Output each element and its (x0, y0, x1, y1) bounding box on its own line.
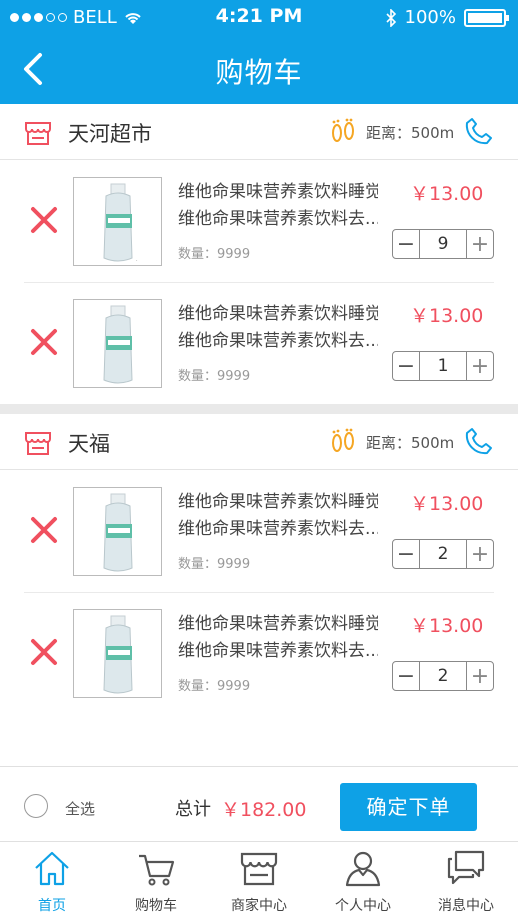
quantity-stepper: − 9 + (392, 229, 494, 259)
nav-bar: 购物车 (0, 34, 518, 104)
product-image[interactable] (73, 609, 162, 698)
store-icon (25, 432, 51, 455)
distance-label: 距离：500m (366, 434, 455, 452)
minus-button[interactable]: − (393, 352, 420, 380)
quantity-stepper: − 1 + (392, 351, 494, 381)
plus-button[interactable]: + (466, 230, 493, 258)
product-price: ￥13.00 (410, 615, 484, 637)
delete-icon[interactable] (30, 328, 58, 356)
divider (24, 592, 494, 593)
tab-home[interactable]: 首页 (0, 842, 104, 920)
product-price: ￥13.00 (410, 305, 484, 327)
select-all-label[interactable]: 全选 (65, 798, 95, 819)
select-all-checkbox[interactable] (24, 794, 48, 818)
tab-label: 购物车 (135, 898, 177, 914)
section-divider (0, 404, 518, 414)
cart-icon (139, 854, 175, 886)
product-price: ￥13.00 (410, 183, 484, 205)
shop-header: 天福 距离：500m (0, 414, 518, 470)
stock-quantity: 数量：9999 (178, 679, 251, 694)
minus-button[interactable]: − (393, 662, 420, 690)
shop-header: 天河超市 距离：500m (0, 104, 518, 160)
cart-item: 维他命果味营养素饮料睡觉 维他命果味营养素饮料去... 数量：9999 ￥13.0… (0, 609, 518, 731)
product-price: ￥13.00 (410, 493, 484, 515)
stock-quantity: 数量：9999 (178, 369, 251, 384)
product-image[interactable] (73, 299, 162, 388)
tab-messages[interactable]: 消息中心 (414, 842, 518, 920)
product-image[interactable]: · (73, 177, 162, 266)
tab-label: 个人中心 (335, 898, 391, 914)
total-value: ￥182.00 (221, 799, 307, 821)
bluetooth-icon (385, 8, 396, 27)
plus-button[interactable]: + (466, 352, 493, 380)
battery-icon (464, 8, 509, 27)
tab-label: 消息中心 (438, 898, 494, 914)
svg-text:·: · (136, 258, 138, 264)
plus-button[interactable]: + (466, 540, 493, 568)
product-name: 维他命果味营养素饮料睡觉 维他命果味营养素饮料去... (178, 492, 378, 539)
delete-icon[interactable] (30, 638, 58, 666)
tab-label: 商家中心 (231, 898, 287, 914)
shop-name: 天福 (68, 432, 110, 456)
product-image[interactable] (73, 487, 162, 576)
battery-label: 100% (404, 7, 456, 28)
quantity-value[interactable]: 2 (420, 662, 466, 690)
divider (24, 282, 494, 283)
product-name: 维他命果味营养素饮料睡觉 维他命果味营养素饮料去... (178, 304, 378, 351)
cart-item: · 维他命果味营养素饮料睡觉 维他命果味营养素饮料去... 数量：9999 ￥13… (0, 177, 518, 299)
page-title: 购物车 (215, 56, 303, 89)
quantity-value[interactable]: 9 (420, 230, 466, 258)
phone-icon[interactable] (464, 116, 494, 146)
stock-quantity: 数量：9999 (178, 557, 251, 572)
shop-name: 天河超市 (68, 122, 152, 146)
quantity-value[interactable]: 2 (420, 540, 466, 568)
product-name: 维他命果味营养素饮料睡觉 维他命果味营养素饮料去... (178, 614, 378, 661)
footprints-icon (332, 428, 354, 452)
delete-icon[interactable] (30, 206, 58, 234)
tab-cart[interactable]: 购物车 (104, 842, 208, 920)
delete-icon[interactable] (30, 516, 58, 544)
distance-label: 距离：500m (366, 124, 455, 142)
bottle-image (103, 305, 133, 384)
quantity-stepper: − 2 + (392, 661, 494, 691)
bottle-image (103, 615, 133, 694)
footprints-icon (332, 118, 354, 142)
person-icon (345, 851, 381, 887)
cart-item: 维他命果味营养素饮料睡觉 维他命果味营养素饮料去... 数量：9999 ￥13.0… (0, 487, 518, 609)
bottle-image: · (103, 183, 138, 264)
product-name: 维他命果味营养素饮料睡觉 维他命果味营养素饮料去... (178, 182, 378, 229)
cart-item: 维他命果味营养素饮料睡觉 维他命果味营养素饮料去... 数量：9999 ￥13.0… (0, 299, 518, 421)
tab-label: 首页 (38, 898, 66, 914)
checkout-bar: 全选 总计 ￥182.00 确定下单 (0, 766, 518, 842)
confirm-order-button[interactable]: 确定下单 (340, 783, 477, 831)
bottle-image (103, 493, 133, 572)
minus-button[interactable]: − (393, 540, 420, 568)
tab-profile[interactable]: 个人中心 (311, 842, 415, 920)
tab-bar: 首页 购物车 商家中心 个人中心 消息中心 (0, 842, 518, 920)
quantity-stepper: − 2 + (392, 539, 494, 569)
stock-quantity: 数量：9999 (178, 247, 251, 262)
tab-store[interactable]: 商家中心 (207, 842, 311, 920)
store-icon (240, 852, 278, 886)
store-icon (25, 122, 51, 145)
phone-icon[interactable] (464, 426, 494, 456)
status-bar: BELL 4:21 PM 100% (0, 0, 518, 34)
message-icon (447, 850, 485, 885)
total-label: 总计 (175, 799, 211, 820)
minus-button[interactable]: − (393, 230, 420, 258)
quantity-value[interactable]: 1 (420, 352, 466, 380)
plus-button[interactable]: + (466, 662, 493, 690)
home-icon (35, 851, 69, 886)
